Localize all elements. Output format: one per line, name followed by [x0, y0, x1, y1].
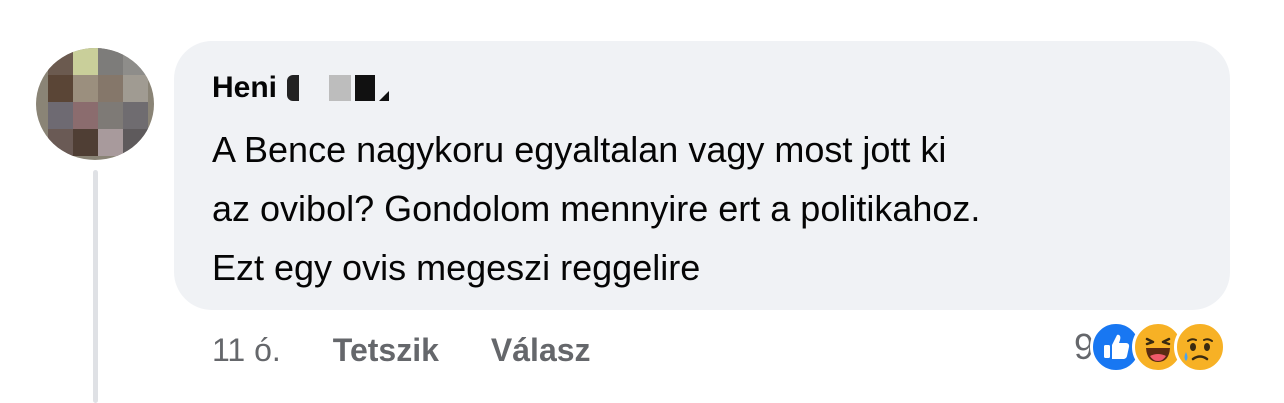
reply-button[interactable]: Válasz [491, 332, 591, 369]
reaction-summary[interactable]: 9 [1074, 321, 1227, 373]
redacted-name-block [329, 75, 352, 101]
pixelated-avatar-image [48, 48, 148, 156]
redacted-name-corner [379, 91, 390, 101]
comment-author[interactable]: Heni [212, 70, 393, 106]
redacted-name-block [355, 75, 376, 101]
thread-line [93, 170, 98, 403]
author-name[interactable]: Heni [212, 71, 277, 105]
avatar[interactable] [36, 48, 154, 160]
redacted-name [287, 75, 300, 101]
comment-actions: 11 ó. Tetszik Válasz [212, 330, 643, 370]
comment-timestamp[interactable]: 11 ó. [212, 332, 281, 369]
like-button[interactable]: Tetszik [333, 332, 439, 369]
comment-text: A Bence nagykoru egyaltalan vagy most jo… [212, 129, 981, 288]
sad-icon [1174, 321, 1227, 373]
